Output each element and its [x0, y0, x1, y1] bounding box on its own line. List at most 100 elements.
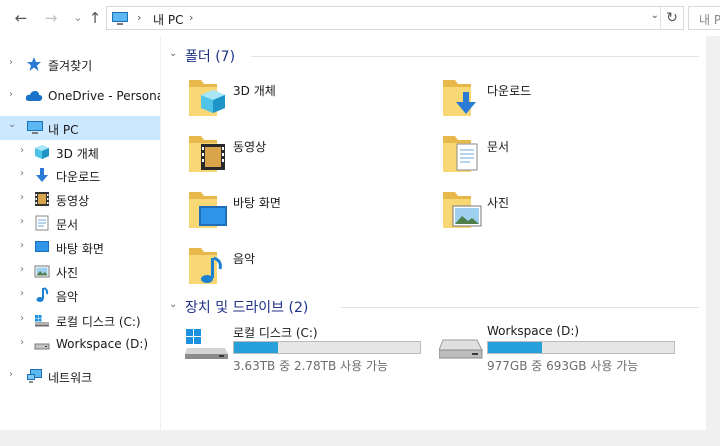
up-button[interactable]: ↑: [86, 9, 104, 27]
tile-label: 동영상: [233, 140, 267, 154]
expand-chevron-icon[interactable]: ›: [20, 313, 24, 324]
nav-item-drive-c[interactable]: › 로컬 디스크 (C:): [0, 309, 160, 331]
desktop-folder-icon: [187, 186, 229, 233]
desktop-icon: [34, 239, 50, 258]
collapse-chevron-icon[interactable]: ⌄: [169, 48, 177, 59]
document-folder-icon: [441, 130, 483, 177]
address-box[interactable]: › 내 PC › ⌄ ↻: [106, 6, 684, 30]
3d-objects-icon: [34, 144, 50, 163]
refresh-icon: ↻: [666, 10, 678, 26]
content-pane: ⌄ 폴더 (7) 3D 개체 다운로드 동영상 문서 바탕 화면 사진 음악 ⌄…: [161, 36, 706, 430]
breadcrumb-this-pc[interactable]: 내 PC: [153, 11, 183, 28]
forward-button[interactable]: →: [42, 9, 60, 27]
expand-chevron-icon[interactable]: ›: [20, 240, 24, 251]
nav-item-3d-objects[interactable]: › 3D 개체: [0, 141, 160, 163]
drive-icon: [438, 328, 483, 363]
picture-icon: [34, 263, 50, 282]
nav-label: 동영상: [56, 194, 90, 208]
video-icon: [34, 191, 50, 210]
expand-chevron-icon[interactable]: ›: [9, 369, 13, 380]
vertical-scrollbar[interactable]: [706, 36, 720, 430]
drive-space-info: 977GB 중 693GB 사용 가능: [487, 359, 639, 373]
back-button[interactable]: ←: [12, 9, 30, 27]
nav-label: 바탕 화면: [56, 242, 104, 256]
expand-chevron-icon[interactable]: ›: [20, 192, 24, 203]
star-icon: [26, 56, 42, 75]
nav-item-this-pc[interactable]: ⌄ 내 PC: [0, 116, 160, 140]
folder-tile-desktop[interactable]: 바탕 화면: [187, 186, 437, 234]
nav-item-music[interactable]: › 음악: [0, 284, 160, 306]
nav-item-videos[interactable]: › 동영상: [0, 188, 160, 210]
video-folder-icon: [187, 130, 229, 177]
folders-group-header[interactable]: ⌄ 폴더 (7): [169, 46, 699, 66]
nav-item-documents[interactable]: › 문서: [0, 212, 160, 234]
folder-tile-downloads[interactable]: 다운로드: [441, 74, 691, 122]
this-pc-icon: [111, 11, 129, 29]
drive-usage-fill: [488, 342, 542, 353]
nav-label: OneDrive - Personal: [48, 89, 168, 103]
download-folder-icon: [441, 74, 483, 121]
nav-label: 즐겨찾기: [48, 59, 93, 73]
folder-tile-videos[interactable]: 동영상: [187, 130, 437, 178]
recent-locations-button[interactable]: ⌄: [72, 9, 84, 27]
tile-label: 문서: [487, 140, 510, 154]
document-icon: [34, 215, 50, 234]
collapse-chevron-icon[interactable]: ⌄: [8, 119, 16, 130]
expand-chevron-icon[interactable]: ›: [9, 89, 13, 100]
windows-drive-icon: [34, 312, 50, 331]
nav-item-drive-d[interactable]: › Workspace (D:): [0, 333, 160, 355]
drives-group-header[interactable]: ⌄ 장치 및 드라이브 (2): [169, 297, 699, 317]
download-icon: [34, 167, 50, 186]
expand-chevron-icon[interactable]: ›: [20, 288, 24, 299]
expand-chevron-icon[interactable]: ›: [20, 264, 24, 275]
network-icon: [26, 368, 44, 387]
nav-label: 음악: [56, 290, 79, 304]
group-divider: [341, 307, 699, 308]
drive-icon: [34, 336, 50, 355]
drive-usage-fill: [234, 342, 278, 353]
expand-chevron-icon[interactable]: ›: [20, 168, 24, 179]
nav-label: 다운로드: [56, 170, 101, 184]
nav-item-network[interactable]: › 네트워크: [0, 365, 160, 387]
tile-label: 사진: [487, 196, 510, 210]
nav-item-pictures[interactable]: › 사진: [0, 260, 160, 282]
folder-tile-documents[interactable]: 문서: [441, 130, 691, 178]
nav-item-downloads[interactable]: › 다운로드: [0, 164, 160, 186]
group-divider: [251, 56, 699, 57]
expand-chevron-icon[interactable]: ›: [20, 145, 24, 156]
drive-tile-d[interactable]: Workspace (D:) 977GB 중 693GB 사용 가능: [438, 322, 689, 373]
chevron-down-icon: ⌄: [73, 11, 83, 24]
search-input[interactable]: 내 PC 검색: [688, 6, 720, 30]
breadcrumb-chevron-icon[interactable]: ›: [189, 11, 193, 24]
expand-chevron-icon[interactable]: ›: [20, 216, 24, 227]
collapse-chevron-icon[interactable]: ⌄: [169, 299, 177, 310]
picture-folder-icon: [441, 186, 483, 233]
3d-objects-folder-icon: [187, 74, 229, 121]
nav-label: 3D 개체: [56, 147, 99, 161]
nav-item-quick-access[interactable]: › 즐겨찾기: [0, 53, 160, 75]
expand-chevron-icon[interactable]: ›: [9, 57, 13, 68]
up-arrow-icon: ↑: [88, 9, 102, 27]
navigation-pane: › 즐겨찾기 › OneDrive - Personal ⌄ 내 PC › 3D…: [0, 36, 167, 430]
folder-tile-3d-objects[interactable]: 3D 개체: [187, 74, 437, 122]
drive-space-info: 3.63TB 중 2.78TB 사용 가능: [233, 359, 389, 373]
address-dropdown-icon[interactable]: ⌄: [651, 10, 659, 21]
address-toolbar: ← → ⌄ ↑ › 내 PC › ⌄ ↻ 내 PC 검색: [0, 0, 720, 36]
folder-tile-music[interactable]: 음악: [187, 242, 437, 290]
refresh-button[interactable]: ↻: [660, 7, 683, 29]
expand-chevron-icon[interactable]: ›: [20, 337, 24, 348]
forward-arrow-icon: →: [44, 9, 58, 27]
music-folder-icon: [187, 242, 229, 289]
breadcrumb-chevron-icon[interactable]: ›: [137, 11, 141, 24]
nav-item-onedrive[interactable]: › OneDrive - Personal: [0, 85, 167, 107]
group-title: 장치 및 드라이브 (2): [185, 300, 309, 316]
music-icon: [34, 287, 50, 306]
nav-item-desktop[interactable]: › 바탕 화면: [0, 236, 160, 258]
nav-label: 사진: [56, 266, 79, 280]
drive-tile-c[interactable]: 로컬 디스크 (C:) 3.63TB 중 2.78TB 사용 가능: [185, 322, 435, 373]
nav-label: 로컬 디스크 (C:): [56, 315, 141, 329]
windows-drive-icon: [185, 328, 229, 363]
nav-label: 내 PC: [48, 123, 79, 137]
drive-usage-bar: [487, 341, 675, 354]
folder-tile-pictures[interactable]: 사진: [441, 186, 691, 234]
